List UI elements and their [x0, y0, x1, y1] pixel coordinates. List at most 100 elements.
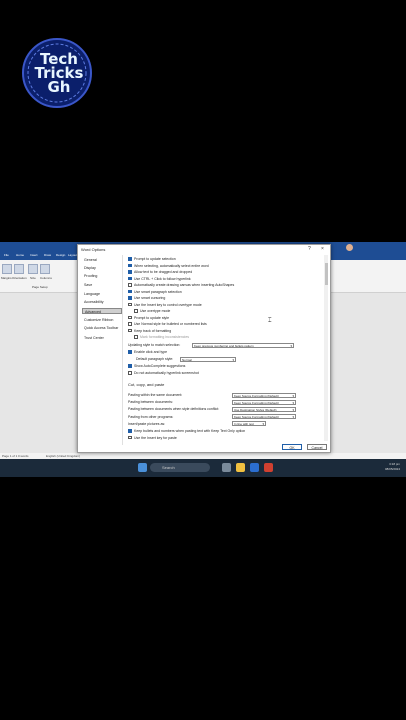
paste-select[interactable]: Keep Source Formatting (Default): [232, 414, 296, 420]
option-label: Prompt to update selection: [134, 257, 176, 261]
paste-select[interactable]: In line with text: [232, 421, 266, 427]
advanced-options: Prompt to update selection When selecting…: [128, 255, 322, 440]
option-checkbox[interactable]: [128, 257, 132, 261]
hyperlink-label: Do not automatically hyperlink screensho…: [134, 371, 199, 375]
option-label: When selecting, automatically select ent…: [134, 263, 209, 268]
help-button[interactable]: ?: [308, 246, 311, 252]
autocomplete-checkbox[interactable]: [128, 364, 132, 368]
autocomplete-label: Show AutoComplete suggestions: [134, 364, 186, 368]
tab-home[interactable]: Home: [16, 253, 24, 257]
nav-accessibility[interactable]: Accessibility: [82, 299, 122, 305]
columns-icon[interactable]: [40, 264, 50, 274]
status-language: English (United Kingdom): [46, 454, 81, 458]
tab-draw[interactable]: Draw: [44, 253, 51, 257]
option-label: Use Normal style for bulleted or numbere…: [134, 322, 207, 326]
option-label: Keep track of formatting: [134, 328, 172, 333]
click-type-checkbox[interactable]: [128, 350, 132, 354]
default-para-select[interactable]: Normal: [180, 357, 236, 362]
option-checkbox[interactable]: [128, 276, 132, 280]
start-icon[interactable]: [138, 463, 147, 472]
option-checkbox[interactable]: [134, 309, 138, 313]
paste-checkbox[interactable]: [128, 435, 132, 439]
option-checkbox[interactable]: [128, 315, 132, 319]
paste-label: Pasting between documents when style def…: [128, 407, 220, 412]
option-label: Use the Insert key to control overtype m…: [134, 302, 202, 307]
dialog-title: Word Options: [81, 247, 106, 252]
updating-style-select[interactable]: Keep previous numbering and bullets patt…: [192, 343, 294, 348]
section-cut-copy-paste: Cut, copy, and paste: [128, 382, 165, 387]
word-options-dialog: Word Options ? × General Display Proofin…: [77, 244, 331, 453]
tab-file[interactable]: File: [4, 253, 9, 257]
paste-check-label: Use the Insert key for paste: [134, 435, 177, 440]
tab-design[interactable]: Design: [56, 253, 65, 257]
updating-style-label: Updating style to match selection:: [128, 343, 181, 347]
channel-logo: Tech Tricks Gh: [22, 38, 92, 108]
mouse-cursor-icon: ⌶: [268, 318, 272, 324]
option-checkbox[interactable]: [128, 302, 132, 306]
option-label: Use CTRL + Click to follow hyperlink: [134, 276, 191, 281]
nav-display[interactable]: Display: [82, 265, 122, 271]
option-label: Use overtype mode: [140, 309, 171, 313]
option-label: Prompt to update style: [134, 315, 170, 320]
close-button[interactable]: ×: [321, 246, 324, 252]
tab-layout[interactable]: Layout: [68, 253, 77, 257]
margins-label: Margins: [1, 276, 12, 280]
click-type-label: Enable click and type: [134, 350, 168, 354]
nav-quick-access-toolbar[interactable]: Quick Access Toolbar: [82, 325, 122, 331]
scrollbar-thumb[interactable]: [324, 263, 328, 285]
logo-line-3: Gh: [47, 78, 71, 96]
columns-label: Columns: [40, 276, 52, 280]
nav-language[interactable]: Language: [82, 291, 122, 297]
option-label: Automatically create drawing canvas when…: [134, 283, 235, 287]
paste-label: Pasting within the same document:: [128, 393, 183, 397]
app-icon[interactable]: [264, 463, 273, 472]
paste-label: Insert/paste pictures as:: [128, 421, 166, 426]
option-checkbox[interactable]: [128, 296, 132, 300]
paste-label: Pasting from other programs:: [128, 414, 174, 419]
paste-checkbox[interactable]: [128, 429, 132, 433]
option-checkbox[interactable]: [134, 335, 138, 339]
options-nav: General Display Proofing Save Language A…: [80, 255, 123, 445]
status-words: 0 words: [18, 454, 29, 458]
size-label: Size: [30, 276, 36, 280]
paste-select[interactable]: Keep Source Formatting (Default): [232, 392, 296, 398]
option-checkbox[interactable]: [128, 263, 132, 267]
size-icon[interactable]: [28, 264, 38, 274]
task-view-icon[interactable]: [222, 463, 231, 472]
avatar[interactable]: [346, 244, 353, 251]
paste-check-label: Keep bullets and numbers when pasting te…: [134, 429, 246, 433]
options-scrollbar[interactable]: [324, 255, 328, 441]
option-label: Mark formatting inconsistencies: [140, 335, 190, 339]
cancel-button[interactable]: Cancel: [307, 444, 327, 450]
nav-trust-center[interactable]: Trust Center: [82, 335, 122, 341]
word-icon[interactable]: [250, 463, 259, 472]
option-checkbox[interactable]: [128, 283, 132, 287]
paste-select[interactable]: Keep Source Formatting (Default): [232, 399, 296, 405]
option-checkbox[interactable]: [128, 328, 132, 332]
nav-proofing[interactable]: Proofing: [82, 273, 122, 279]
tab-insert[interactable]: Insert: [30, 253, 38, 257]
nav-general[interactable]: General: [82, 257, 122, 263]
taskbar-clock: 3:18 pm 08/05/2024: [385, 462, 400, 472]
ok-button[interactable]: OK: [282, 444, 302, 450]
nav-customize-ribbon[interactable]: Customize Ribbon: [82, 317, 122, 323]
option-label: Use smart paragraph selection: [134, 289, 182, 294]
status-page: Page 1 of 1: [2, 454, 18, 458]
paste-select[interactable]: Use Destination Styles (Default): [232, 406, 296, 412]
nav-advanced[interactable]: Advanced: [82, 308, 122, 314]
orientation-icon[interactable]: [14, 264, 24, 274]
option-label: Use smart cursoring: [134, 296, 166, 300]
group-label: Page Setup: [32, 285, 48, 289]
file-explorer-icon[interactable]: [236, 463, 245, 472]
nav-save[interactable]: Save: [82, 282, 122, 288]
option-checkbox[interactable]: [128, 322, 132, 326]
hyperlink-checkbox[interactable]: [128, 371, 132, 375]
option-label: Allow text to be dragged and dropped: [134, 270, 193, 274]
taskbar-date: 08/05/2024: [384, 467, 400, 471]
option-checkbox[interactable]: [128, 289, 132, 293]
option-checkbox[interactable]: [128, 270, 132, 274]
taskbar-search[interactable]: Search: [150, 463, 210, 472]
taskbar: Search 3:18 pm 08/05/2024: [0, 459, 406, 477]
default-para-label: Default paragraph style:: [136, 357, 174, 361]
margins-icon[interactable]: [2, 264, 12, 274]
